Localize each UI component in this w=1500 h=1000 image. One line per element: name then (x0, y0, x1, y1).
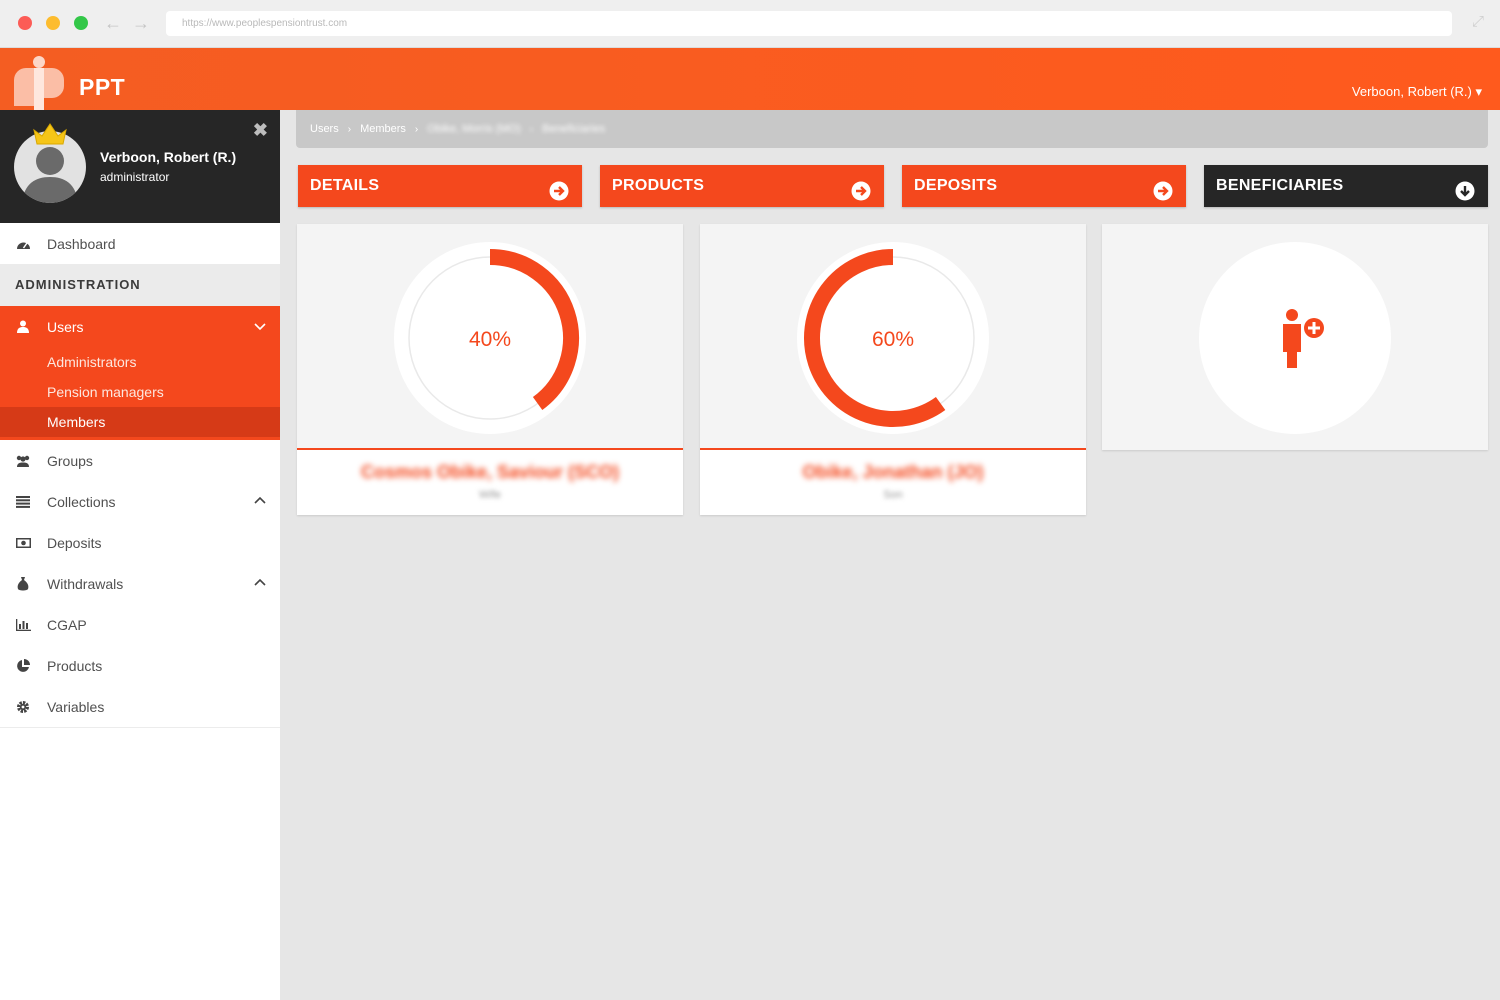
app-header: PPT Verboon, Robert (R.) ▾ (0, 48, 1500, 110)
sidebar-item-groups[interactable]: Groups (0, 440, 280, 481)
chevron-up-icon[interactable] (254, 494, 266, 510)
sidebar-divider (0, 727, 280, 728)
ppt-logo-icon[interactable] (10, 54, 68, 110)
sidebar-item-deposits[interactable]: Deposits (0, 522, 280, 563)
sidebar-subitem-administrators[interactable]: Administrators (0, 347, 280, 377)
beneficiary-relation: Wife (479, 489, 501, 501)
chevron-down-icon[interactable] (254, 319, 266, 335)
list-icon (15, 495, 31, 508)
sidebar-item-collections[interactable]: Collections (0, 481, 280, 522)
sidebar-item-label: Users (47, 318, 84, 335)
tab-label: DEPOSITS (914, 177, 998, 194)
sidebar-item-variables[interactable]: Variables (0, 686, 280, 727)
sidebar-item-dashboard[interactable]: Dashboard (0, 223, 280, 264)
sidebar-item-label: Withdrawals (47, 575, 124, 592)
profile-name: Verboon, Robert (R.) (100, 149, 237, 165)
close-icon[interactable]: ✖ (253, 120, 268, 141)
share-donut: 40% (394, 242, 586, 434)
profile-role: administrator (100, 170, 170, 184)
beneficiary-name: Obike, Jonathan (JO) (802, 462, 984, 482)
sidebar-subitem-members[interactable]: Members (0, 407, 280, 437)
beneficiary-name: Cosmos Obike, Saviour (SCO) (360, 462, 620, 482)
add-beneficiary-card[interactable] (1102, 224, 1488, 450)
breadcrumb-separator-icon: › (529, 124, 534, 135)
brand-name: PPT (79, 74, 126, 100)
breadcrumb-separator-icon: › (347, 124, 352, 135)
breadcrumb-member[interactable]: Obike, Morris (MO) (427, 123, 521, 135)
bar-chart-icon (15, 618, 31, 631)
sidebar-item-withdrawals[interactable]: Withdrawals (0, 563, 280, 604)
sidebar: Verboon, Robert (R.) administrator ✖ Das… (0, 110, 280, 1000)
address-bar[interactable]: https://www.peoplespensiontrust.com (166, 11, 1452, 36)
breadcrumb-users[interactable]: Users (310, 123, 339, 135)
sidebar-item-users[interactable]: Users (0, 306, 280, 347)
money-bag-icon (15, 576, 31, 591)
sidebar-item-cgap[interactable]: CGAP (0, 604, 280, 645)
tab-label: PRODUCTS (612, 177, 705, 194)
breadcrumb-beneficiaries: Beneficiaries (542, 123, 606, 135)
back-arrow-icon[interactable]: ← (103, 11, 123, 35)
tab-products[interactable]: PRODUCTS (600, 165, 884, 207)
beneficiary-card[interactable]: 60% Obike, Jonathan (JO) Son (700, 224, 1086, 515)
gear-icon (15, 700, 31, 714)
close-window-button[interactable] (18, 16, 32, 30)
sidebar-item-label: Collections (47, 493, 116, 510)
chevron-up-icon[interactable] (254, 576, 266, 592)
money-icon (15, 537, 31, 548)
share-donut: 60% (797, 242, 989, 434)
group-icon (15, 455, 31, 467)
tab-label: DETAILS (310, 177, 380, 194)
sidebar-item-label: Deposits (47, 534, 102, 551)
profile-panel: Verboon, Robert (R.) administrator ✖ (0, 110, 280, 223)
sidebar-item-label: Dashboard (47, 235, 116, 252)
user-icon (15, 320, 31, 333)
share-percent: 60% (872, 328, 914, 351)
card-chart-area: 40% (297, 224, 683, 450)
add-user-button[interactable] (1199, 242, 1391, 434)
beneficiary-card[interactable]: 40% Cosmos Obike, Saviour (SCO) Wife (297, 224, 683, 515)
beneficiary-relation: Son (883, 489, 903, 501)
breadcrumb-separator-icon: › (414, 124, 419, 135)
share-percent: 40% (469, 328, 511, 351)
arrow-circle-right-icon (851, 176, 871, 218)
user-menu-dropdown[interactable]: Verboon, Robert (R.) ▾ (1352, 84, 1482, 100)
card-add-area (1102, 224, 1488, 450)
forward-arrow-icon[interactable]: → (131, 11, 151, 35)
section-heading-administration: ADMINISTRATION (0, 264, 280, 306)
sidebar-item-label: CGAP (47, 616, 87, 633)
sidebar-item-products[interactable]: Products (0, 645, 280, 686)
tab-deposits[interactable]: DEPOSITS (902, 165, 1186, 207)
crown-icon (33, 123, 67, 145)
breadcrumb-members[interactable]: Members (360, 123, 406, 135)
arrow-circle-down-icon (1455, 176, 1475, 218)
sidebar-item-label: Groups (47, 452, 93, 469)
tab-label: BENEFICIARIES (1216, 177, 1344, 194)
pie-chart-icon (15, 658, 31, 673)
maximize-window-button[interactable] (74, 16, 88, 30)
users-menu-group: Users Administrators Pension managers Me… (0, 306, 280, 440)
sidebar-item-label: Variables (47, 698, 105, 715)
tab-details[interactable]: DETAILS (298, 165, 582, 207)
arrow-circle-right-icon (1153, 176, 1173, 218)
fullscreen-icon[interactable]: ⤢ (1472, 13, 1484, 30)
card-chart-area: 60% (700, 224, 1086, 450)
arrow-circle-right-icon (549, 176, 569, 218)
tab-beneficiaries[interactable]: BENEFICIARIES (1204, 165, 1488, 207)
minimize-window-button[interactable] (46, 16, 60, 30)
browser-chrome: ← → https://www.peoplespensiontrust.com … (0, 0, 1500, 48)
dashboard-icon (15, 238, 31, 250)
breadcrumb: Users › Members › Obike, Morris (MO) › Benefic… (296, 110, 1488, 148)
sidebar-item-label: Products (47, 657, 103, 674)
sidebar-subitem-pension-managers[interactable]: Pension managers (0, 377, 280, 407)
